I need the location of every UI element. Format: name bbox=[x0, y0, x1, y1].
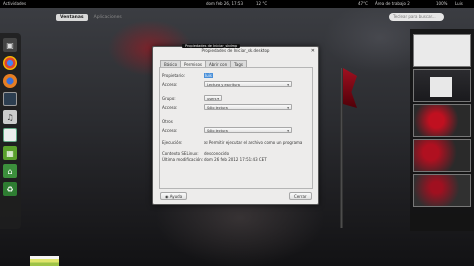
group-label: Grupo: bbox=[162, 96, 176, 101]
chevron-down-icon: ▾ bbox=[287, 106, 289, 110]
tab-windows[interactable]: Ventanas bbox=[56, 14, 88, 21]
workspace-thumb-3[interactable] bbox=[413, 104, 471, 137]
dash: ▣ ♫ ▦ ⌂ ♻ bbox=[0, 33, 21, 229]
window-tooltip: Propiedades de Iniciar_skdmp bbox=[182, 44, 241, 48]
close-button[interactable]: Cerrar bbox=[289, 192, 312, 200]
background-pole bbox=[340, 68, 343, 228]
group-select[interactable]: users ▾ bbox=[204, 95, 222, 101]
group-access-select[interactable]: Sólo lectura ▾ bbox=[204, 104, 292, 110]
owner-access-label: Acceso: bbox=[162, 82, 178, 87]
search-input[interactable]: Teclear para buscar... bbox=[389, 13, 444, 21]
chevron-down-icon: ▾ bbox=[287, 83, 289, 87]
top-bar: Actividades dom feb 26, 17:53 12 °C 47°C… bbox=[0, 0, 474, 8]
cpu-temp[interactable]: 47°C bbox=[358, 1, 368, 6]
overview-tabs: Ventanas Aplicaciones bbox=[56, 14, 126, 21]
workspace-switcher bbox=[410, 29, 474, 231]
others-label: Otros bbox=[162, 119, 173, 124]
exec-label: Ejecución: bbox=[162, 140, 183, 145]
workspace-thumb-5[interactable] bbox=[413, 174, 471, 207]
chevron-down-icon: ▾ bbox=[287, 129, 289, 133]
others-access-select[interactable]: Sólo lectura ▾ bbox=[204, 127, 292, 133]
weather-temp[interactable]: 12 °C bbox=[256, 1, 267, 6]
terminal-icon[interactable]: ▣ bbox=[3, 38, 17, 52]
close-icon[interactable]: ✕ bbox=[311, 48, 315, 54]
clock[interactable]: dom feb 26, 17:53 bbox=[206, 1, 243, 6]
selinux-value: desconocido bbox=[204, 151, 230, 156]
bottom-thumbnail bbox=[30, 256, 59, 266]
workspace-indicator[interactable]: Área de trabajo 2 bbox=[375, 1, 410, 6]
app-grid-icon[interactable]: ⌂ bbox=[3, 164, 17, 178]
recycle-icon[interactable]: ♻ bbox=[3, 182, 17, 196]
background-flag bbox=[343, 68, 357, 108]
battery-indicator[interactable]: 100% bbox=[436, 1, 447, 6]
modified-value: dom 26 feb 2012 17:51:43 CET bbox=[204, 157, 267, 162]
properties-window[interactable]: Propiedades de Iniciar_sk.desktop ✕ Bási… bbox=[152, 46, 319, 205]
user-menu[interactable]: Luis bbox=[455, 1, 463, 6]
music-icon[interactable]: ♫ bbox=[3, 110, 17, 124]
help-icon: ◉ bbox=[165, 194, 169, 199]
workspace-thumb-2[interactable] bbox=[413, 69, 471, 102]
workspace-thumb-4[interactable] bbox=[413, 139, 471, 172]
group-access-label: Acceso: bbox=[162, 105, 178, 110]
owner-label: Propietario: bbox=[162, 73, 186, 78]
workspace-thumb-1[interactable] bbox=[413, 34, 471, 67]
calc-icon[interactable]: ▦ bbox=[3, 146, 17, 160]
tab-applications[interactable]: Aplicaciones bbox=[90, 14, 126, 21]
activities-button[interactable]: Actividades bbox=[3, 1, 26, 6]
firefox-icon[interactable] bbox=[3, 74, 17, 88]
others-access-label: Acceso: bbox=[162, 128, 178, 133]
chrome-icon[interactable] bbox=[3, 56, 17, 70]
owner-access-select[interactable]: Lectura y escritura ▾ bbox=[204, 81, 292, 87]
exec-checkbox[interactable]: ☒ Permitir ejecutar el archivo como un p… bbox=[204, 140, 302, 145]
document-icon[interactable] bbox=[3, 128, 17, 142]
selinux-label: Contexto SELinux: bbox=[162, 151, 199, 156]
owner-value: luis bbox=[204, 73, 213, 78]
window-title: Propiedades de Iniciar_sk.desktop bbox=[201, 48, 270, 53]
modified-label: Última modificación: bbox=[162, 157, 204, 162]
permissions-page: Propietario: luis Acceso: Lectura y escr… bbox=[159, 67, 313, 189]
monitor-icon[interactable] bbox=[3, 92, 17, 106]
chevron-down-icon: ▾ bbox=[217, 97, 219, 101]
help-button[interactable]: ◉ Ayuda bbox=[160, 192, 188, 200]
